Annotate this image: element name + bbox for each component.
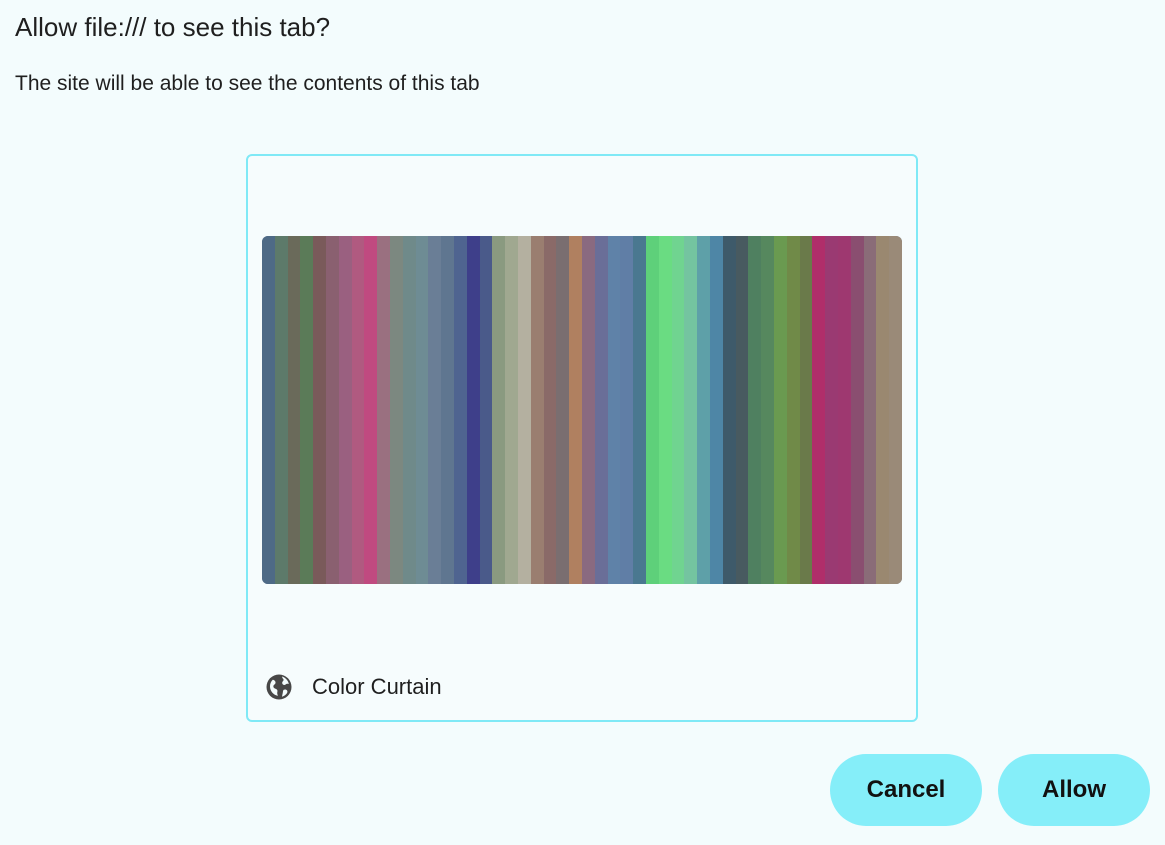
preview-stripe (262, 236, 276, 584)
tab-preview-image (262, 236, 902, 584)
allow-button[interactable]: Allow (998, 754, 1150, 826)
preview-stripe (659, 236, 673, 584)
preview-stripe (492, 236, 506, 584)
dialog-title: Allow file:/// to see this tab? (15, 12, 331, 42)
preview-stripe (339, 236, 353, 584)
preview-stripe (889, 236, 902, 584)
preview-stripe (300, 236, 314, 584)
preview-stripe (390, 236, 404, 584)
preview-stripe (569, 236, 583, 584)
preview-stripe (761, 236, 775, 584)
preview-stripe (556, 236, 570, 584)
preview-stripe (851, 236, 865, 584)
preview-stripe (403, 236, 417, 584)
preview-stripe (633, 236, 647, 584)
preview-stripe (787, 236, 801, 584)
preview-stripe (428, 236, 442, 584)
tab-title: Color Curtain (312, 674, 442, 699)
tab-preview-card[interactable]: Color Curtain (246, 154, 918, 722)
share-tab-dialog: Allow file:/// to see this tab? The site… (0, 0, 1165, 845)
preview-stripe (710, 236, 724, 584)
preview-stripe (326, 236, 340, 584)
preview-stripe (531, 236, 545, 584)
preview-stripe (595, 236, 609, 584)
globe-icon (264, 672, 294, 702)
preview-stripe (313, 236, 327, 584)
preview-stripe (620, 236, 634, 584)
preview-stripe (697, 236, 711, 584)
preview-stripe (364, 236, 378, 584)
preview-stripe (684, 236, 698, 584)
preview-stripe (275, 236, 289, 584)
preview-stripe (876, 236, 890, 584)
tab-info: Color Curtain (264, 670, 442, 704)
preview-stripe (518, 236, 532, 584)
preview-stripe (454, 236, 468, 584)
preview-stripe (812, 236, 826, 584)
preview-stripe (723, 236, 737, 584)
dialog-subtitle: The site will be able to see the content… (15, 72, 480, 95)
preview-stripe (838, 236, 852, 584)
preview-stripe (825, 236, 839, 584)
preview-stripe (748, 236, 762, 584)
cancel-button[interactable]: Cancel (830, 754, 982, 826)
preview-stripe (441, 236, 455, 584)
preview-stripe (646, 236, 660, 584)
preview-stripe (505, 236, 519, 584)
preview-stripe (582, 236, 596, 584)
preview-stripe (467, 236, 481, 584)
preview-stripe (377, 236, 391, 584)
preview-stripe (774, 236, 788, 584)
